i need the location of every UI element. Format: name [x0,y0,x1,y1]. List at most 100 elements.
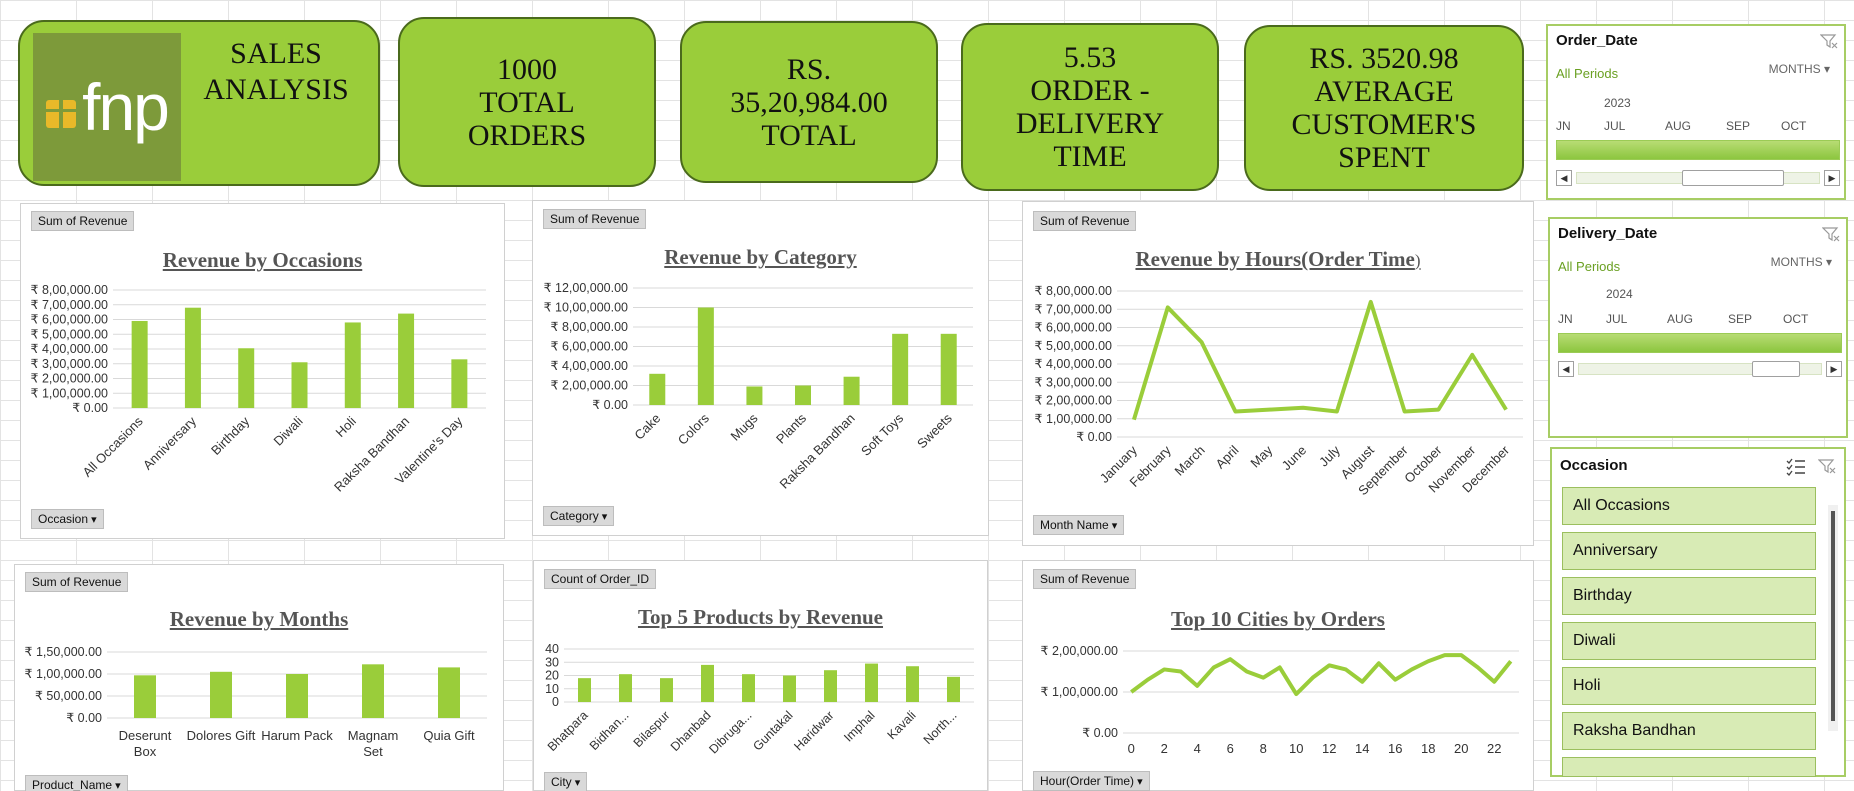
y-tick-label: ₹ 8,00,000.00 [31,283,109,297]
occasion-slicer[interactable]: Occasion All Occasions Anniversary Birth… [1550,447,1846,777]
bar [906,666,919,702]
all-periods-label[interactable]: All Periods [1556,66,1618,81]
axis-field-button[interactable]: Month Name [1033,515,1125,535]
y-tick-label: ₹ 5,00,000.00 [31,327,109,341]
scroll-left-icon[interactable]: ◀ [1556,170,1572,186]
x-tick-label: April [1213,442,1242,471]
bar [649,373,666,405]
y-tick-label: ₹ 0.00 [66,711,102,725]
slicer-item-birthday[interactable]: Birthday [1562,577,1816,615]
chart-top-10-cities[interactable]: Sum of Revenue Top 10 Cities by Orders ₹… [1022,560,1534,791]
axis-field-button[interactable]: Product_Name [25,775,128,791]
bar [660,678,673,702]
bar [701,664,714,702]
x-tick-label: Holi [332,413,359,440]
slicer-scrollbar[interactable] [1828,505,1838,731]
x-tick-label: 2 [1161,741,1168,756]
x-tick-label: 18 [1421,741,1435,756]
slicer-item-raksha-bandhan[interactable]: Raksha Bandhan [1562,712,1816,750]
y-tick-label: ₹ 8,00,000.00 [551,320,629,334]
chart-revenue-by-months[interactable]: Sum of Revenue Revenue by Months ₹ 1,50,… [14,564,504,791]
y-tick-label: ₹ 3,00,000.00 [1035,375,1113,389]
x-tick-label: 0 [1128,741,1135,756]
y-tick-label: ₹ 1,00,000.00 [1035,412,1113,426]
y-tick-label: ₹ 8,00,000.00 [1035,284,1113,298]
kpi-total-orders: 1000 TOTAL ORDERS [398,17,656,187]
x-tick-label: All Occasions [79,413,146,480]
y-tick-label: ₹ 6,00,000.00 [31,313,109,327]
slicer-scroll-thumb[interactable] [1831,511,1835,721]
timeline-scroll-thumb[interactable] [1752,361,1800,377]
timeline-selection-bar[interactable] [1556,140,1840,160]
chart-top-5-products[interactable]: Count of Order_ID Top 5 Products by Reve… [533,560,988,791]
x-tick-label: Bhatpara [545,708,591,754]
order-date-timeline-slicer[interactable]: Order_Date All Periods MONTHS ▾ 2023 JN … [1546,24,1846,200]
y-tick-label: ₹ 6,00,000.00 [1035,321,1113,335]
slicer-item-holi[interactable]: Holi [1562,667,1816,705]
series-line [1130,653,1513,697]
x-tick-label: 14 [1355,741,1369,756]
slicer-item-diwali[interactable]: Diwali [1562,622,1816,660]
x-tick-label: Anniversary [140,413,199,472]
x-tick-label: 16 [1388,741,1402,756]
y-tick-label: 0 [552,695,559,709]
x-tick-label: March [1172,443,1208,479]
y-tick-label: 40 [545,642,559,656]
time-level-label: MONTHS [1770,255,1823,269]
slicer-item-partial[interactable] [1562,757,1816,777]
fnp-logo: fnp [33,33,181,181]
bar [578,678,591,702]
y-tick-label: ₹ 2,00,000.00 [31,372,109,386]
axis-field-button[interactable]: Category [543,506,615,526]
scroll-right-icon[interactable]: ▶ [1826,361,1842,377]
x-tick-label: Dibruga... [706,708,754,756]
bar [398,313,415,408]
filter-clear-icon[interactable] [1818,459,1836,475]
time-level-dropdown[interactable]: MONTHS ▾ [1769,62,1830,76]
axis-field-button[interactable]: Hour(Order Time) [1033,771,1150,791]
month-label: SEP [1728,312,1753,326]
x-tick-label: Guntakal [750,708,795,753]
x-tick-label: Magnam [348,728,399,743]
axis-field-button[interactable]: City [544,772,588,791]
bar [134,675,156,718]
sales-analysis-title: SALES ANALYSIS [203,37,349,106]
bar [843,376,860,405]
line-chart-plot: ₹ 8,00,000.00 ₹ 7,00,000.00 ₹ 6,00,000.00 ₹… [1035,284,1523,498]
bar [438,667,460,718]
y-tick-label: ₹ 4,00,000.00 [551,359,629,373]
timeline-scroll-thumb[interactable] [1682,170,1784,186]
y-tick-label: ₹ 7,00,000.00 [31,298,109,312]
slicer-title: Delivery_Date [1558,225,1658,242]
slicer-item-all-occasions[interactable]: All Occasions [1562,487,1816,525]
bar [940,333,957,405]
chart-revenue-by-hours[interactable]: Sum of Revenue Revenue by Hours(Order Ti… [1022,201,1534,546]
delivery-date-timeline-slicer[interactable]: Delivery_Date All Periods MONTHS ▾ 2024 … [1548,217,1848,438]
y-tick-label: ₹ 2,00,000.00 [551,379,629,393]
all-periods-label[interactable]: All Periods [1558,259,1620,274]
x-tick-label: Harum Pack [261,728,333,743]
timeline-selection-bar[interactable] [1558,333,1842,353]
time-level-dropdown[interactable]: MONTHS ▾ [1771,255,1832,269]
axis-field-button[interactable]: Occasion [31,509,104,529]
scroll-left-icon[interactable]: ◀ [1558,361,1574,377]
slicer-title: Occasion [1560,457,1628,474]
filter-clear-icon[interactable] [1820,34,1838,50]
x-tick-label: Deserunt [119,728,172,743]
bar [619,674,632,702]
scroll-right-icon[interactable]: ▶ [1824,170,1840,186]
x-tick-label: Cake [631,411,663,443]
chart-revenue-by-occasions[interactable]: Sum of Revenue Revenue by Occasions ₹ 8,… [20,203,505,539]
bar-chart-plot: ₹ 1,50,000.00 ₹ 1,00,000.00 ₹ 50,000.00 ₹ 0… [25,645,487,759]
multi-select-icon[interactable] [1786,458,1806,476]
slicer-item-anniversary[interactable]: Anniversary [1562,532,1816,570]
bar [746,386,763,405]
x-tick-label: 20 [1454,741,1468,756]
x-tick-label: Quia Gift [423,728,475,743]
chart-revenue-by-category[interactable]: Sum of Revenue Revenue by Category ₹ 12,… [532,200,989,536]
y-tick-label: ₹ 7,00,000.00 [1035,302,1113,316]
bar [286,674,308,718]
bar [344,322,361,408]
filter-clear-icon[interactable] [1822,227,1840,243]
y-tick-label: ₹ 0.00 [72,401,108,415]
